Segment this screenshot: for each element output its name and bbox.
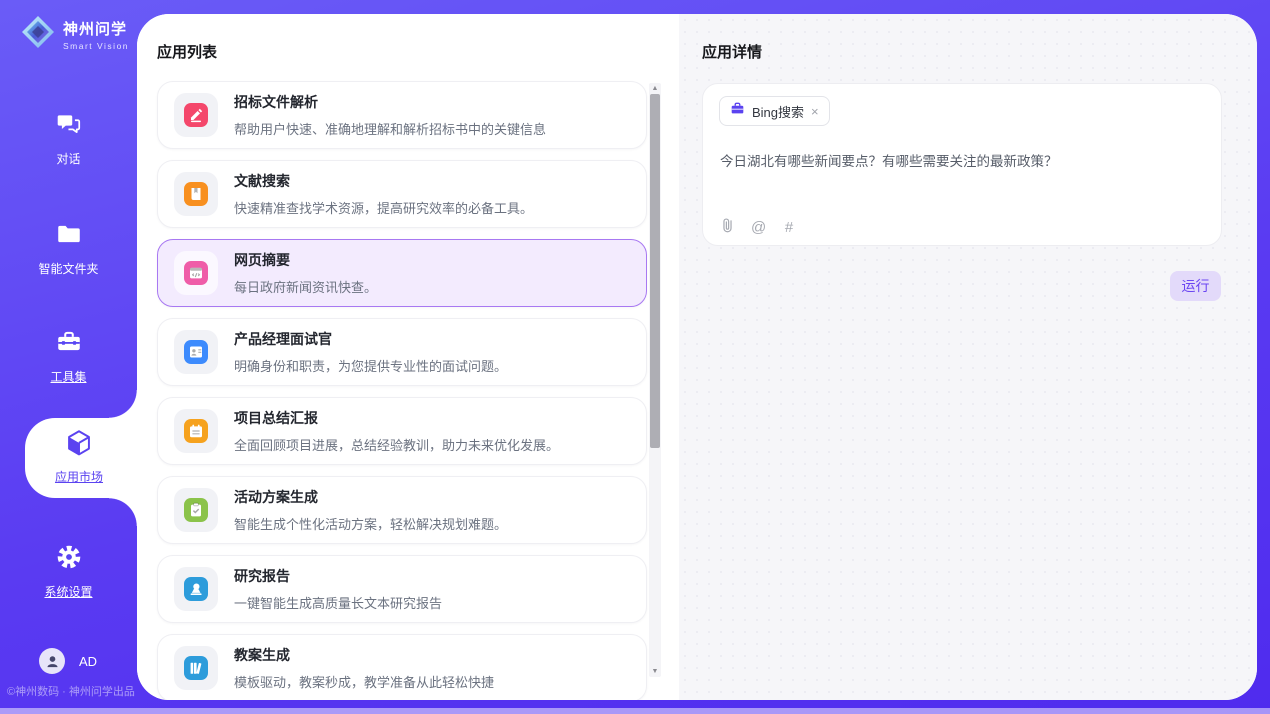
scrollbar: ▲ ▼ (649, 83, 661, 677)
app-card-title: 教案生成 (234, 645, 494, 665)
app-icon (174, 488, 218, 532)
webpage-icon (184, 261, 208, 285)
mention-icon[interactable]: @ (751, 219, 765, 236)
sidebar-item-label: 对话 (56, 150, 80, 167)
app-card-desc: 一键智能生成高质量长文本研究报告 (234, 593, 442, 612)
edit-doc-icon (184, 103, 208, 127)
sidebar-item-toolset[interactable]: 工具集 (0, 328, 137, 385)
close-icon[interactable]: × (811, 105, 819, 118)
diamond-logo-icon (20, 14, 56, 55)
interviewer-icon (184, 340, 208, 364)
app-card-selected[interactable]: 网页摘要 每日政府新闻资讯快查。 (157, 239, 647, 307)
microscope-icon (184, 577, 208, 601)
app-list-panel: 应用列表 招标文件解析 帮助用户快速、准确地理解和解析招标书中的关键信息 (137, 14, 679, 700)
app-card[interactable]: 教案生成 模板驱动，教案秒成，教学准备从此轻松快捷 (157, 634, 647, 700)
tool-tag[interactable]: Bing搜索 × (719, 96, 830, 126)
window-bottom-edge (0, 708, 1270, 714)
app-icon (174, 251, 218, 295)
sidebar-item-app-market[interactable]: 应用市场 (36, 428, 122, 485)
avatar (39, 648, 65, 674)
app-card[interactable]: 产品经理面试官 明确身份和职责，为您提供专业性的面试问题。 (157, 318, 647, 386)
prompt-card: Bing搜索 × 今日湖北有哪些新闻要点？有哪些需要关注的最新政策？ @ # (702, 83, 1222, 246)
run-button[interactable]: 运行 (1170, 271, 1221, 301)
sidebar-item-settings[interactable]: 系统设置 (0, 543, 137, 600)
calendar-icon (184, 419, 208, 443)
cube-icon (64, 428, 94, 463)
gear-icon (55, 543, 83, 576)
sidebar-item-label: 应用市场 (55, 468, 103, 485)
app-card-title: 网页摘要 (234, 250, 377, 270)
briefcase-icon (730, 101, 745, 121)
brand-logo: 神州问学 Smart Vision (20, 14, 129, 55)
app-card-desc: 智能生成个性化活动方案，轻松解决规划难题。 (234, 514, 507, 533)
app-icon (174, 330, 218, 374)
app-card-desc: 明确身份和职责，为您提供专业性的面试问题。 (234, 356, 507, 375)
books-icon (184, 656, 208, 680)
app-card-desc: 全面回顾项目进展，总结经验教训，助力未来优化发展。 (234, 435, 559, 454)
sidebar-selected-bubble: 应用市场 (25, 418, 137, 498)
scroll-up-icon[interactable]: ▲ (649, 83, 661, 94)
app-list: 招标文件解析 帮助用户快速、准确地理解和解析招标书中的关键信息 文献搜索 快速精… (157, 81, 647, 700)
user-initials: AD (79, 654, 97, 669)
user-account[interactable]: AD (39, 648, 97, 674)
chat-icon (55, 110, 83, 143)
sidebar-item-label: 系统设置 (44, 583, 92, 600)
app-icon (174, 409, 218, 453)
app-card-title: 产品经理面试官 (234, 329, 507, 349)
brand-tagline: Smart Vision (63, 41, 129, 51)
app-icon (174, 567, 218, 611)
app-card-title: 项目总结汇报 (234, 408, 559, 428)
main-container: 应用列表 招标文件解析 帮助用户快速、准确地理解和解析招标书中的关键信息 (137, 14, 1257, 700)
attachment-icon[interactable] (720, 217, 734, 237)
book-icon (184, 182, 208, 206)
prompt-toolbar: @ # (720, 217, 796, 237)
app-card-desc: 快速精准查找学术资源，提高研究效率的必备工具。 (234, 198, 533, 217)
sidebar-item-chat[interactable]: 对话 (0, 110, 137, 167)
app-card[interactable]: 文献搜索 快速精准查找学术资源，提高研究效率的必备工具。 (157, 160, 647, 228)
prompt-text[interactable]: 今日湖北有哪些新闻要点？有哪些需要关注的最新政策？ (720, 152, 1200, 172)
tool-tag-label: Bing搜索 (752, 102, 804, 121)
app-card-desc: 模板驱动，教案秒成，教学准备从此轻松快捷 (234, 672, 494, 691)
sidebar: 神州问学 Smart Vision 对话 智能文件夹 (0, 0, 137, 714)
app-detail-panel: 应用详情 Bing搜索 × 今日湖北有哪些新闻要点？有哪些需要关注的最新政策？ (679, 14, 1257, 700)
sidebar-item-smart-folders[interactable]: 智能文件夹 (0, 220, 137, 277)
app-card-desc: 每日政府新闻资讯快查。 (234, 277, 377, 296)
app-icon (174, 172, 218, 216)
app-card[interactable]: 招标文件解析 帮助用户快速、准确地理解和解析招标书中的关键信息 (157, 81, 647, 149)
app-icon (174, 93, 218, 137)
copyright-text: ©神州数码 · 神州问学出品 (7, 683, 135, 699)
toolbox-icon (55, 328, 83, 361)
app-card-title: 活动方案生成 (234, 487, 507, 507)
app-card[interactable]: 研究报告 一键智能生成高质量长文本研究报告 (157, 555, 647, 623)
app-detail-title: 应用详情 (702, 41, 762, 62)
app-card-title: 招标文件解析 (234, 92, 546, 112)
scroll-down-icon[interactable]: ▼ (649, 666, 661, 677)
app-card[interactable]: 项目总结汇报 全面回顾项目进展，总结经验教训，助力未来优化发展。 (157, 397, 647, 465)
folder-icon (55, 220, 83, 253)
app-card-title: 文献搜索 (234, 171, 533, 191)
clipboard-check-icon (184, 498, 208, 522)
app-card[interactable]: 活动方案生成 智能生成个性化活动方案，轻松解决规划难题。 (157, 476, 647, 544)
sidebar-item-label: 工具集 (50, 368, 86, 385)
scrollbar-thumb[interactable] (650, 94, 660, 448)
hash-icon[interactable]: # (782, 219, 796, 236)
brand-name: 神州问学 (63, 18, 129, 39)
sidebar-item-label: 智能文件夹 (38, 260, 98, 277)
app-list-title: 应用列表 (157, 41, 217, 62)
app-card-desc: 帮助用户快速、准确地理解和解析招标书中的关键信息 (234, 119, 546, 138)
app-icon (174, 646, 218, 690)
app-card-title: 研究报告 (234, 566, 442, 586)
